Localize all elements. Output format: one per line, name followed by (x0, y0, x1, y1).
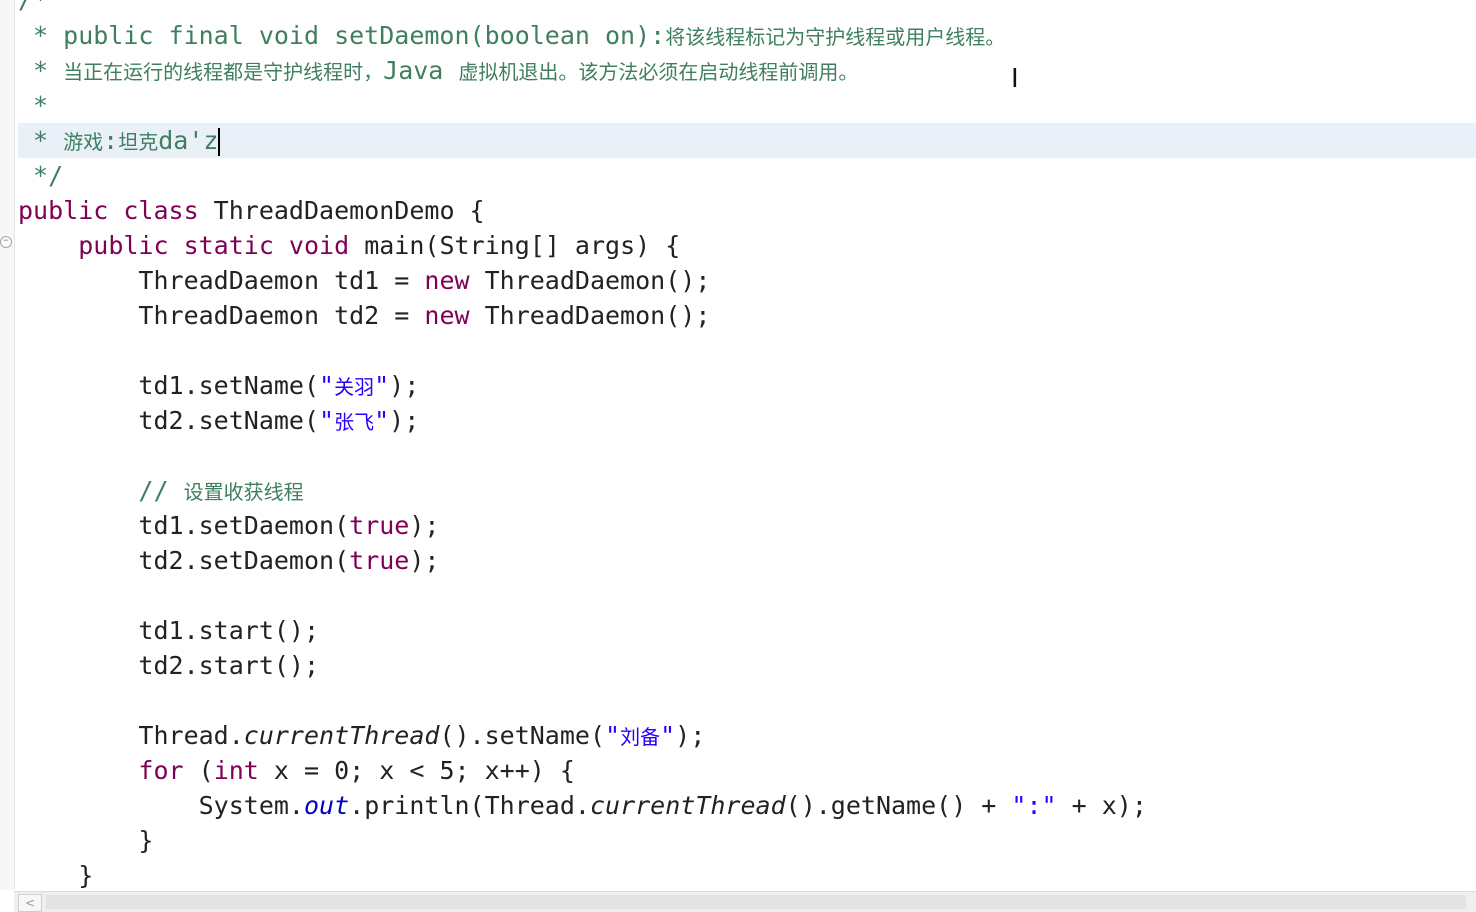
code-token: " (374, 371, 390, 400)
code-editor[interactable]: − /* * public final void setDaemon(boole… (0, 0, 1476, 912)
code-token: * (18, 91, 49, 120)
code-token: ); (389, 406, 420, 435)
code-token: 游戏 (63, 130, 104, 154)
code-token: public class (18, 196, 199, 225)
code-token: td2.setName( (18, 406, 320, 435)
code-line[interactable]: * public final void setDaemon(boolean on… (18, 18, 1476, 53)
code-token: td2.start(); (18, 651, 320, 680)
code-line[interactable]: td2.start(); (18, 648, 1476, 683)
code-token: ThreadDaemon(); (469, 301, 711, 330)
code-token: ); (675, 721, 706, 750)
code-token: true (349, 546, 410, 575)
code-token: out (303, 791, 350, 820)
code-token: true (349, 511, 410, 540)
code-token: ); (409, 546, 440, 575)
code-token: } (18, 826, 154, 855)
code-token: " (374, 406, 390, 435)
code-line[interactable] (18, 578, 1476, 613)
code-line[interactable]: * (18, 88, 1476, 123)
code-token: " (319, 371, 335, 400)
code-token: // (18, 476, 184, 505)
code-token: 虚拟机退出。该方法必须在启动线程前调用。 (458, 60, 859, 84)
code-token: ThreadDaemon td1 = (18, 266, 425, 295)
code-line[interactable]: td1.setName("关羽"); (18, 368, 1476, 403)
code-line[interactable] (18, 333, 1476, 368)
code-line[interactable]: for (int x = 0; x < 5; x++) { (18, 753, 1476, 788)
code-line[interactable]: */ (18, 158, 1476, 193)
code-line[interactable]: ThreadDaemon td2 = new ThreadDaemon(); (18, 298, 1476, 333)
code-token: td2.setDaemon( (18, 546, 350, 575)
code-line-current[interactable]: * 游戏:坦克da'z (18, 123, 1476, 158)
code-line[interactable] (18, 438, 1476, 473)
code-token: 当正在运行的线程都是守护线程时， (63, 60, 384, 84)
code-line[interactable]: td2.setName("张飞"); (18, 403, 1476, 438)
code-token: + x); (1056, 791, 1147, 820)
code-token: for (138, 756, 184, 785)
code-line[interactable]: System.out.println(Thread.currentThread(… (18, 788, 1476, 823)
code-token: " (605, 721, 621, 750)
code-line[interactable]: // 设置收获线程 (18, 473, 1476, 508)
code-token: new (424, 266, 470, 295)
code-token: " (319, 406, 335, 435)
code-line[interactable]: td1.setDaemon(true); (18, 508, 1476, 543)
code-token: 刘备 (620, 725, 661, 749)
scrollbar-thumb[interactable] (46, 895, 1466, 909)
code-line[interactable]: } (18, 858, 1476, 893)
code-token: 张飞 (334, 410, 375, 434)
code-token: ().setName( (439, 721, 606, 750)
fold-collapse-icon[interactable]: − (0, 236, 12, 248)
code-line[interactable]: td2.setDaemon(true); (18, 543, 1476, 578)
code-token: currentThread (589, 791, 786, 820)
code-token: .println(Thread. (349, 791, 590, 820)
code-token: 关羽 (334, 375, 375, 399)
code-token: * (18, 56, 64, 85)
scroll-left-arrow-icon[interactable]: < (18, 894, 42, 912)
code-token: td1.setDaemon( (18, 511, 350, 540)
code-token: td1.start(); (18, 616, 320, 645)
code-token: 设置收获线程 (183, 480, 304, 504)
horizontal-scrollbar[interactable]: < (14, 891, 1476, 912)
code-token: ThreadDaemonDemo { (198, 196, 485, 225)
code-token: currentThread (243, 721, 440, 750)
code-token: x = 0; x < 5; x++) { (258, 756, 575, 785)
code-token: ); (409, 511, 440, 540)
code-token: int (213, 756, 259, 785)
code-token: td1.setName( (18, 371, 320, 400)
code-token: public static void (78, 231, 350, 260)
code-token: */ (18, 161, 64, 190)
code-token: } (18, 861, 94, 890)
code-token: main(String[] args) { (349, 231, 681, 260)
code-line[interactable]: ThreadDaemon td1 = new ThreadDaemon(); (18, 263, 1476, 298)
code-line[interactable]: public class ThreadDaemonDemo { (18, 193, 1476, 228)
code-token: ().getName() + (785, 791, 1012, 820)
code-token: " (660, 721, 676, 750)
code-line[interactable]: } (18, 823, 1476, 858)
code-token: ThreadDaemon td2 = (18, 301, 425, 330)
code-token: * public final void setDaemon(boolean on… (18, 21, 666, 50)
code-token: ); (389, 371, 420, 400)
code-line[interactable]: td1.start(); (18, 613, 1476, 648)
code-token: ( (183, 756, 214, 785)
code-line[interactable] (18, 683, 1476, 718)
code-token: Java (383, 56, 459, 85)
code-token: Thread. (18, 721, 244, 750)
comment-start-fragment: /* (18, 0, 48, 12)
code-token: ThreadDaemon(); (469, 266, 711, 295)
editor-gutter: − (0, 0, 15, 890)
code-token: ":" (1011, 791, 1057, 820)
code-token: new (424, 301, 470, 330)
code-token: * (18, 126, 64, 155)
code-token: da'z (158, 126, 219, 155)
code-token: System. (18, 791, 304, 820)
code-line[interactable]: * 当正在运行的线程都是守护线程时，Java 虚拟机退出。该方法必须在启动线程前… (18, 53, 1476, 88)
text-caret (218, 128, 221, 156)
code-line[interactable]: public static void main(String[] args) { (18, 228, 1476, 263)
text-cursor-icon: I (1011, 64, 1019, 94)
code-token: 将该线程标记为守护线程或用户线程。 (665, 25, 1006, 49)
code-token: : (103, 126, 119, 155)
code-token: 坦克 (118, 130, 159, 154)
code-line[interactable]: Thread.currentThread().setName("刘备"); (18, 718, 1476, 753)
